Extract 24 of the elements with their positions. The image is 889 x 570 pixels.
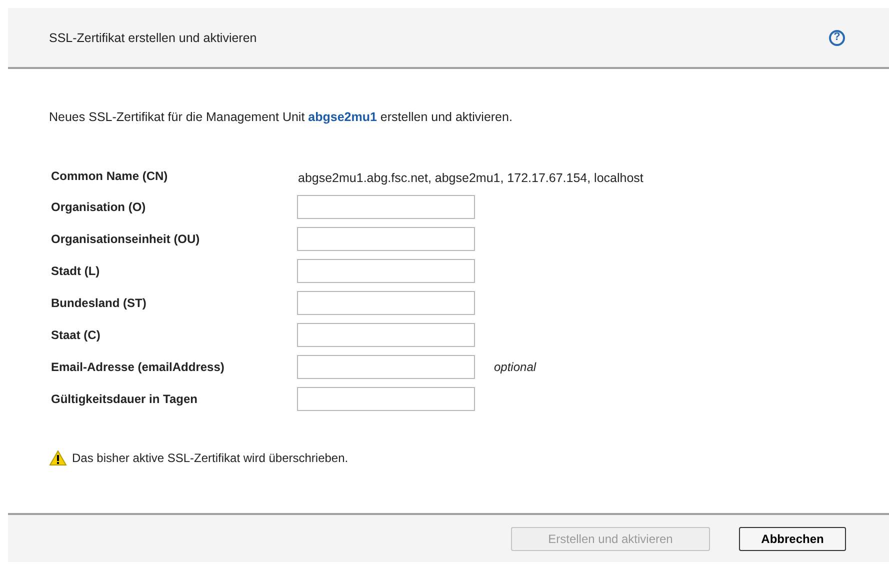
field-label: Stadt (L) <box>51 264 101 278</box>
warning-icon <box>49 450 67 466</box>
input-field[interactable] <box>297 195 475 219</box>
warning-text: Das bisher aktive SSL-Zertifikat wird überschrieben. <box>72 451 348 465</box>
field-label: Email-Adresse (emailAddress) <box>51 360 226 374</box>
field-label: Bundesland (ST) <box>51 296 148 310</box>
cancel-button[interactable]: Abbrechen <box>739 526 846 550</box>
input-field[interactable] <box>297 227 475 251</box>
input-field[interactable] <box>297 387 475 411</box>
field-label: Staat (C) <box>51 328 102 342</box>
field-label: Organisation (O) <box>51 200 147 214</box>
dialog-title: SSL-Zertifikat erstellen und aktivieren <box>49 30 257 44</box>
field-label: Organisationseinheit (OU) <box>51 232 201 246</box>
field-label: Common Name (CN) <box>51 169 169 183</box>
optional-hint: optional <box>493 360 538 374</box>
help-button[interactable]: ? <box>829 30 845 46</box>
field-label: Gültigkeitsdauer in Tagen <box>51 392 198 406</box>
unit-link[interactable]: abgse2mu1 <box>308 110 377 124</box>
input-field[interactable] <box>297 355 475 379</box>
field-value: abgse2mu1.abg.fsc.net, abgse2mu1, 172.17.67.154, localhost <box>297 171 644 185</box>
intro-text: Neues SSL-Zertifikat für die Management Unit abgse2mu1 erstellen und aktivieren. <box>49 110 514 124</box>
input-field[interactable] <box>297 259 475 283</box>
input-field[interactable] <box>297 323 475 347</box>
input-field[interactable] <box>297 291 475 315</box>
